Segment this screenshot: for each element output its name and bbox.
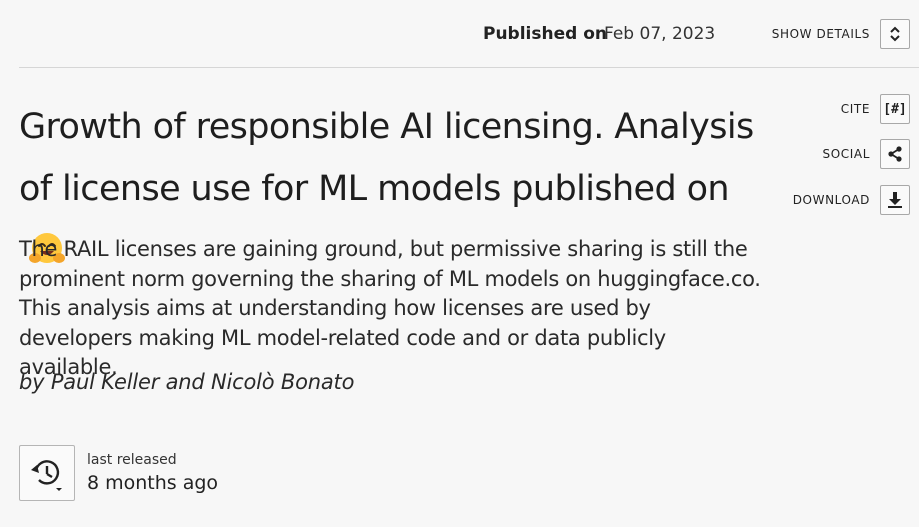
- article-title-text: Growth of responsible AI licensing. Anal…: [19, 107, 754, 209]
- article-byline: by Paul Keller and Nicolò Bonato: [19, 370, 355, 394]
- show-details-button[interactable]: [880, 19, 910, 49]
- share-icon: [888, 146, 902, 162]
- social-label[interactable]: SOCIAL: [750, 147, 870, 161]
- cite-icon: [#]: [883, 101, 907, 117]
- download-icon: [888, 192, 902, 208]
- cite-label[interactable]: CITE: [750, 102, 870, 116]
- show-details-label[interactable]: SHOW DETAILS: [750, 27, 870, 41]
- history-button[interactable]: [19, 445, 75, 501]
- last-released-value: 8 months ago: [87, 472, 219, 494]
- social-button[interactable]: [880, 139, 910, 169]
- download-button[interactable]: [880, 185, 910, 215]
- published-label: Published on: [483, 24, 608, 44]
- chevron-up-down-icon: [890, 26, 900, 42]
- download-label[interactable]: DOWNLOAD: [750, 193, 870, 207]
- article-description: The RAIL licenses are gaining ground, bu…: [19, 237, 761, 379]
- history-icon: [31, 460, 62, 491]
- cite-button[interactable]: [#]: [880, 94, 910, 124]
- last-released-label: last released: [87, 452, 177, 468]
- published-date: Feb 07, 2023: [604, 24, 716, 44]
